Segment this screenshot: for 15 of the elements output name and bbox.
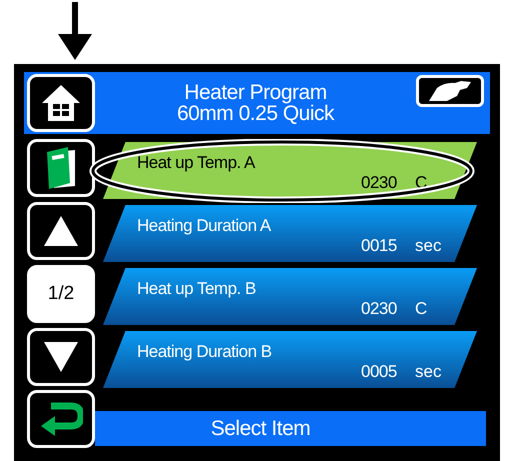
parameter-value: 0005 xyxy=(361,361,397,383)
parameter-label: Heating Duration A xyxy=(137,215,271,237)
screen-title: Heater Program xyxy=(184,82,327,103)
parameter-label: Heat up Temp. A xyxy=(137,152,255,174)
parameter-label: Heat up Temp. B xyxy=(137,278,256,300)
page-indicator[interactable]: 1/2 xyxy=(27,265,95,323)
program-name: 60mm 0.25 Quick xyxy=(176,103,334,124)
parameter-label: Heating Duration B xyxy=(137,341,272,363)
parameter-unit: sec xyxy=(415,235,442,257)
parameter-unit: C xyxy=(415,298,428,320)
status-text: Select Item xyxy=(210,416,310,442)
parameter-value: 0230 xyxy=(361,172,397,194)
parameter-value: 0015 xyxy=(361,235,397,257)
parameter-unit: sec xyxy=(415,361,442,383)
parameter-value: 0230 xyxy=(361,298,397,320)
